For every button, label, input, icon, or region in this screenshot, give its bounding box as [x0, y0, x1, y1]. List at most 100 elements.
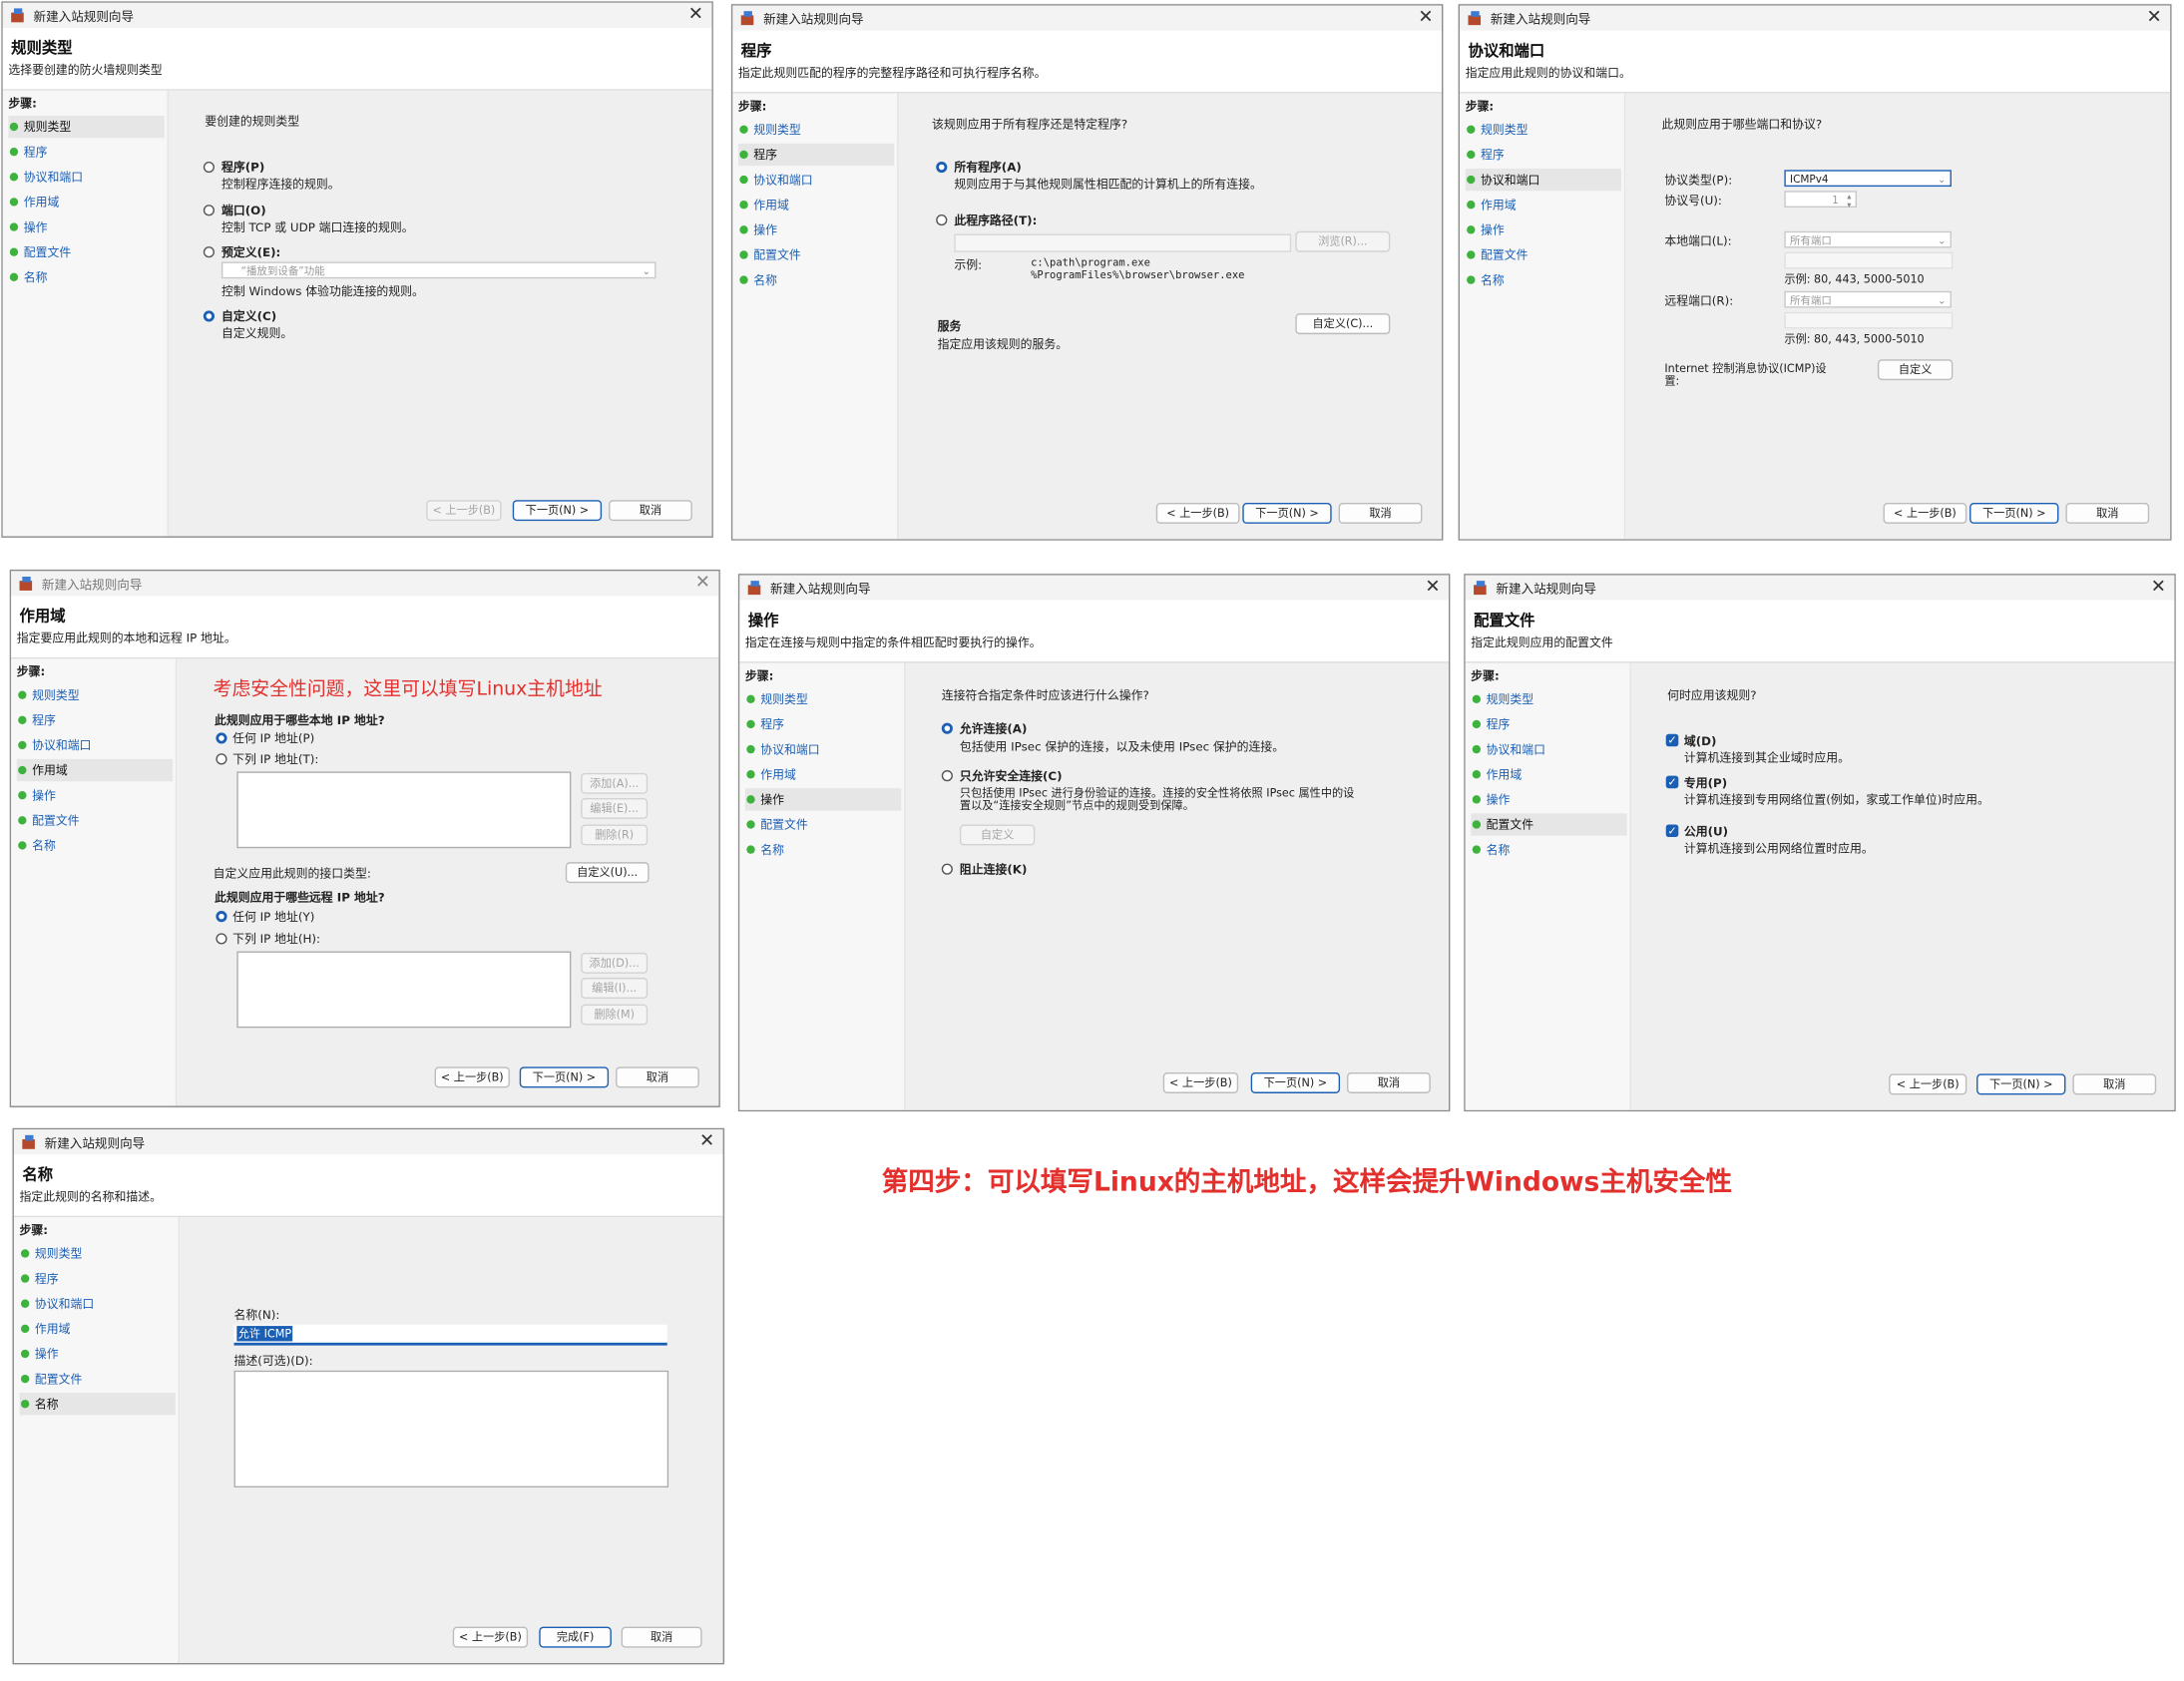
step-item[interactable]: 规则类型	[1466, 119, 1621, 141]
add-local-ip-button[interactable]: 添加(A)...	[581, 772, 649, 794]
step-item[interactable]: 程序	[737, 143, 895, 167]
cancel-button[interactable]: 取消	[1338, 502, 1423, 524]
program-path-input[interactable]	[954, 233, 1292, 252]
add-remote-ip-button[interactable]: 添加(D)...	[581, 952, 649, 974]
close-icon[interactable]: ✕	[695, 573, 710, 594]
step-item[interactable]: 名称	[738, 268, 894, 290]
back-button[interactable]: < 上一步(B)	[1162, 1071, 1239, 1093]
remote-ip-list[interactable]	[236, 951, 572, 1029]
step-item[interactable]: 协议和端口	[20, 1293, 176, 1315]
step-item[interactable]: 操作	[17, 784, 173, 806]
customize-services-button[interactable]: 自定义(C)...	[1295, 313, 1391, 335]
back-button[interactable]: < 上一步(B)	[1883, 502, 1967, 524]
next-button[interactable]: 下一页(N) >	[1969, 502, 2059, 524]
step-item[interactable]: 规则类型	[738, 119, 894, 141]
close-icon[interactable]: ✕	[688, 4, 703, 25]
cancel-button[interactable]: 取消	[2065, 502, 2150, 524]
delete-local-ip-button[interactable]: 删除(R)	[581, 824, 649, 846]
step-item[interactable]: 名称	[19, 1393, 176, 1416]
back-button[interactable]: < 上一步(B)	[1155, 502, 1240, 524]
step-item[interactable]: 操作	[8, 215, 164, 237]
step-item[interactable]: 配置文件	[1466, 243, 1621, 265]
radio-allow[interactable]	[941, 722, 953, 734]
step-item[interactable]: 程序	[8, 141, 164, 163]
step-item[interactable]: 配置文件	[745, 813, 901, 835]
protocol-type-dropdown[interactable]: ICMPv4 ⌄	[1784, 170, 1952, 188]
radio-predefined[interactable]	[203, 246, 215, 258]
step-item[interactable]: 名称	[1471, 838, 1626, 860]
step-item[interactable]: 配置文件	[1471, 813, 1627, 836]
radio-all-programs[interactable]	[936, 161, 948, 174]
next-button[interactable]: 下一页(N) >	[519, 1066, 610, 1088]
step-item[interactable]: 协议和端口	[8, 166, 164, 188]
step-item[interactable]: 作用域	[745, 763, 901, 785]
step-item[interactable]: 程序	[17, 709, 173, 731]
radio-local-any-ip[interactable]	[216, 732, 227, 744]
radio-remote-list-ip[interactable]	[216, 933, 227, 945]
cancel-button[interactable]: 取消	[616, 1066, 699, 1088]
next-button[interactable]: 下一页(N) >	[512, 500, 603, 522]
close-icon[interactable]: ✕	[1418, 7, 1433, 28]
step-item[interactable]: 作用域	[16, 758, 174, 782]
next-button[interactable]: 下一页(N) >	[1250, 1071, 1341, 1093]
domain-checkbox[interactable]: ✓	[1665, 733, 1679, 747]
step-item[interactable]: 配置文件	[8, 241, 164, 263]
step-item[interactable]: 操作	[20, 1343, 176, 1365]
secure-customize-button[interactable]: 自定义	[959, 824, 1036, 846]
radio-program[interactable]	[203, 161, 215, 174]
step-item[interactable]: 规则类型	[1471, 688, 1626, 710]
step-item[interactable]: 程序	[1471, 713, 1626, 735]
name-input[interactable]: 允许 ICMP	[233, 1324, 667, 1346]
radio-custom[interactable]	[203, 310, 215, 322]
delete-remote-ip-button[interactable]: 删除(M)	[581, 1004, 649, 1026]
step-item[interactable]: 协议和端口	[17, 734, 173, 756]
finish-button[interactable]: 完成(F)	[539, 1626, 612, 1648]
step-item[interactable]: 协议和端口	[1465, 168, 1622, 192]
description-textarea[interactable]	[233, 1370, 669, 1488]
local-port-input[interactable]	[1784, 251, 1954, 269]
cancel-button[interactable]: 取消	[1347, 1071, 1431, 1093]
step-item[interactable]: 配置文件	[738, 243, 894, 265]
radio-port[interactable]	[203, 205, 215, 216]
cancel-button[interactable]: 取消	[2072, 1073, 2157, 1095]
close-icon[interactable]: ✕	[1425, 577, 1440, 598]
icmp-customize-button[interactable]: 自定义	[1877, 359, 1954, 381]
step-item[interactable]: 规则类型	[745, 688, 901, 710]
close-icon[interactable]: ✕	[2151, 577, 2166, 598]
local-port-dropdown[interactable]: 所有端口 ⌄	[1784, 230, 1952, 248]
step-item[interactable]: 规则类型	[20, 1242, 176, 1264]
radio-allow-secure[interactable]	[941, 770, 953, 782]
step-item[interactable]: 操作	[1471, 788, 1626, 810]
step-item[interactable]: 操作	[1466, 218, 1621, 240]
step-item[interactable]: 作用域	[8, 191, 164, 212]
step-item[interactable]: 操作	[744, 788, 902, 811]
next-button[interactable]: 下一页(N) >	[1242, 502, 1332, 524]
step-item[interactable]: 协议和端口	[745, 738, 901, 760]
step-item[interactable]: 协议和端口	[738, 169, 894, 191]
step-item[interactable]: 作用域	[738, 194, 894, 215]
browse-button[interactable]: 浏览(R)...	[1295, 230, 1391, 252]
remote-port-input[interactable]	[1784, 311, 1954, 329]
step-item[interactable]: 配置文件	[17, 809, 173, 831]
predefined-dropdown[interactable]: “播放到设备”功能 ⌄	[220, 261, 656, 279]
step-item[interactable]: 协议和端口	[1471, 738, 1626, 760]
radio-block[interactable]	[941, 863, 953, 875]
close-icon[interactable]: ✕	[2147, 7, 2162, 28]
private-checkbox[interactable]: ✓	[1665, 775, 1679, 789]
protocol-number-stepper[interactable]: 1 ▴ ▾	[1784, 191, 1858, 210]
public-checkbox[interactable]: ✓	[1665, 824, 1679, 838]
step-item[interactable]: 名称	[745, 838, 901, 860]
step-item[interactable]: 规则类型	[8, 115, 165, 139]
edit-remote-ip-button[interactable]: 编辑(I)...	[581, 978, 649, 1000]
local-ip-list[interactable]	[236, 771, 572, 849]
step-item[interactable]: 名称	[8, 266, 164, 288]
back-button[interactable]: < 上一步(B)	[1889, 1073, 1967, 1095]
next-button[interactable]: 下一页(N) >	[1976, 1073, 2066, 1095]
cancel-button[interactable]: 取消	[621, 1626, 702, 1648]
back-button[interactable]: < 上一步(B)	[434, 1066, 510, 1088]
back-button[interactable]: < 上一步(B)	[452, 1626, 529, 1648]
back-button[interactable]: < 上一步(B)	[426, 500, 502, 522]
step-item[interactable]: 名称	[17, 834, 173, 856]
step-item[interactable]: 配置文件	[20, 1368, 176, 1390]
remote-port-dropdown[interactable]: 所有端口 ⌄	[1784, 290, 1952, 308]
